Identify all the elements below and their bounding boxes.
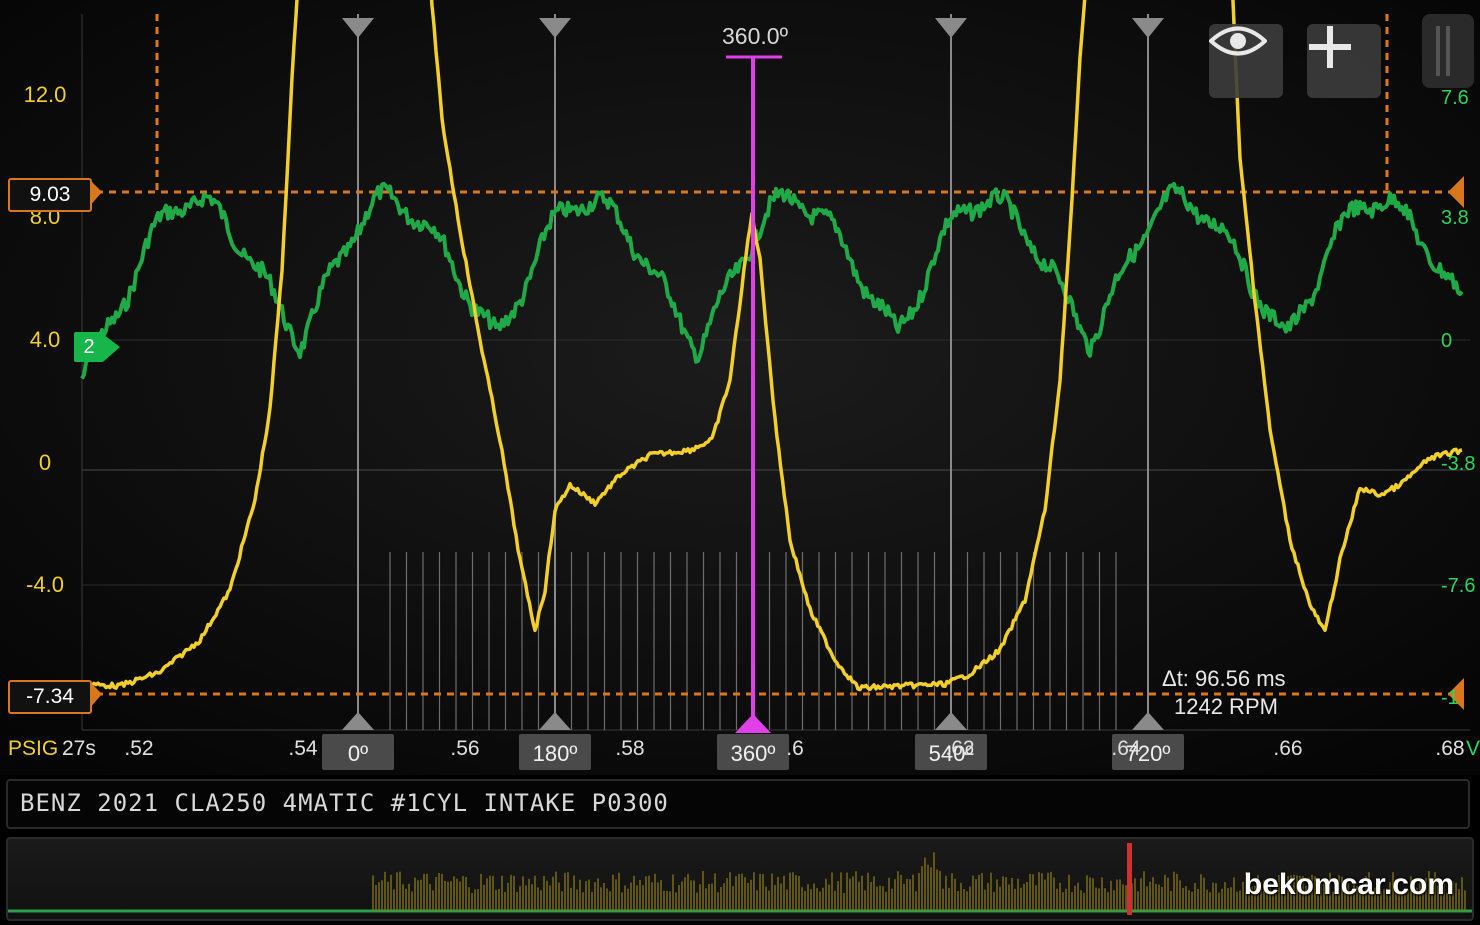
upper-limit-tag[interactable]: 9.03	[8, 178, 92, 212]
left-axis-tick-label: -4.0	[26, 572, 64, 597]
eye-icon	[1209, 26, 1267, 56]
handle-grip-icon	[1436, 26, 1440, 76]
channel-2-badge-label: 2	[83, 336, 95, 358]
watermark: bekomcar.com	[1243, 868, 1454, 901]
upper-limit-value: 9.03	[29, 183, 71, 206]
lower-limit-tag[interactable]: -7.34	[8, 680, 92, 714]
left-axis-tick-label: 12.0	[24, 82, 67, 107]
crank-angle-label: 360º	[731, 741, 776, 766]
channel-2-badge[interactable]: 2	[74, 332, 104, 362]
x-axis-tick-label: .64	[1111, 737, 1141, 760]
right-axis-unit: V	[1466, 737, 1480, 760]
capture-title: BENZ 2021 CLA250 4MATIC #1CYL INTAKE P03…	[20, 789, 669, 817]
add-button[interactable]	[1307, 24, 1381, 98]
right-axis-tick-label: 7.6	[1441, 87, 1469, 109]
right-axis-tick-label: -1	[1441, 687, 1459, 709]
rpm-value: 1242 RPM	[1174, 694, 1278, 719]
plot-background	[0, 0, 1480, 775]
crank-angle-label: 0º	[348, 741, 368, 766]
right-axis-tick-label: 0	[1441, 330, 1452, 352]
x-axis-tick-label: .52	[124, 737, 153, 760]
x-axis-tick-label: .54	[288, 737, 318, 760]
waveform-display[interactable]: 0º 180º 360º 540º 720º 360.0º 12.0 8.0 4.0 0 -4.…	[0, 0, 1480, 775]
overview-position-marker[interactable]	[1127, 843, 1132, 915]
left-axis-tick-label: 4.0	[30, 327, 61, 352]
x-axis-tick-label: .6	[786, 737, 804, 760]
x-axis-tick-label: .62	[945, 737, 974, 760]
left-axis-unit: PSIG	[8, 737, 58, 760]
measurement-readout: Δt: 96.56 ms 1242 RPM	[1162, 665, 1286, 721]
left-axis-tick-label: 0	[39, 450, 51, 475]
lower-limit-value: -7.34	[26, 685, 74, 708]
waveform-plot[interactable]: 0º 180º 360º 540º 720º 360.0º 12.08.04.00-4.…	[0, 0, 1480, 775]
x-axis-tick-label: .68	[1435, 737, 1464, 760]
cursor-angle-label: 360.0º	[722, 23, 789, 49]
right-axis-tick-label: -3.8	[1441, 453, 1475, 475]
right-axis-tick-label: -7.6	[1441, 575, 1475, 597]
plus-icon	[1309, 26, 1351, 68]
side-panel-handle[interactable]	[1422, 14, 1474, 88]
visibility-button[interactable]	[1209, 24, 1283, 98]
capture-title-bar: BENZ 2021 CLA250 4MATIC #1CYL INTAKE P03…	[6, 779, 1470, 829]
x-axis-tick-label: .66	[1273, 737, 1302, 760]
right-axis-tick-label: 3.8	[1441, 207, 1469, 229]
crank-angle-label: 180º	[533, 741, 578, 766]
delta-time: Δt: 96.56 ms	[1162, 666, 1286, 691]
x-axis-tick-label: .56	[450, 737, 479, 760]
x-axis-unit: 27s	[62, 737, 96, 760]
x-axis-tick-label: .58	[615, 737, 644, 760]
